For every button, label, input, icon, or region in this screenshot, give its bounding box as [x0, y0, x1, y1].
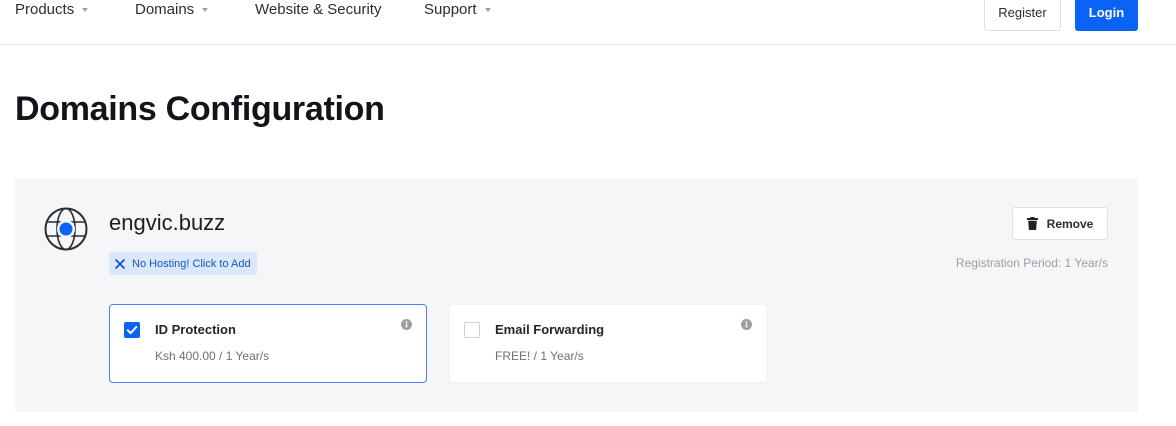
no-hosting-text: No Hosting! Click to Add — [132, 257, 251, 270]
addon-email-forwarding[interactable]: Email Forwarding FREE! / 1 Year/s — [449, 304, 767, 383]
page-title: Domains Configuration — [15, 90, 385, 128]
nav-products-label: Products — [15, 1, 75, 18]
caret-down-icon — [82, 7, 89, 12]
nav-website-security-label: Website & Security — [255, 1, 382, 18]
addon-price: Ksh 400.00 / 1 Year/s — [155, 349, 270, 363]
checkmark-icon — [126, 326, 138, 335]
addon-price: FREE! / 1 Year/s — [495, 349, 584, 363]
info-icon[interactable] — [741, 319, 752, 330]
login-button[interactable]: Login — [1075, 0, 1138, 31]
registration-period: Registration Period: 1 Year/s — [955, 256, 1108, 270]
nav-domains[interactable]: Domains — [135, 1, 209, 18]
register-button[interactable]: Register — [984, 0, 1061, 31]
remove-button[interactable]: Remove — [1012, 207, 1108, 240]
remove-label: Remove — [1046, 216, 1094, 231]
nav-domains-label: Domains — [135, 1, 195, 18]
addon-title: ID Protection — [155, 322, 236, 337]
addon-id-protection[interactable]: ID Protection Ksh 400.00 / 1 Year/s — [109, 304, 427, 383]
domain-name: engvic.buzz — [109, 210, 226, 235]
trash-icon — [1026, 217, 1038, 230]
top-navigation: Products Domains Website & Security Supp… — [0, 0, 1176, 45]
nav-products[interactable]: Products — [15, 1, 89, 18]
caret-down-icon — [202, 7, 209, 12]
addon-title: Email Forwarding — [495, 322, 605, 337]
x-icon — [115, 258, 125, 269]
globe-icon — [44, 207, 88, 251]
email-forwarding-checkbox[interactable] — [464, 322, 480, 338]
nav-support[interactable]: Support — [424, 1, 491, 18]
id-protection-checkbox[interactable] — [124, 322, 140, 338]
nav-website-security[interactable]: Website & Security — [255, 1, 381, 18]
domain-card: engvic.buzz No Hosting! Click to Add Rem… — [15, 178, 1138, 412]
no-hosting-badge[interactable]: No Hosting! Click to Add — [109, 252, 257, 275]
info-icon[interactable] — [401, 319, 412, 330]
caret-down-icon — [484, 7, 491, 12]
nav-support-label: Support — [424, 1, 477, 18]
